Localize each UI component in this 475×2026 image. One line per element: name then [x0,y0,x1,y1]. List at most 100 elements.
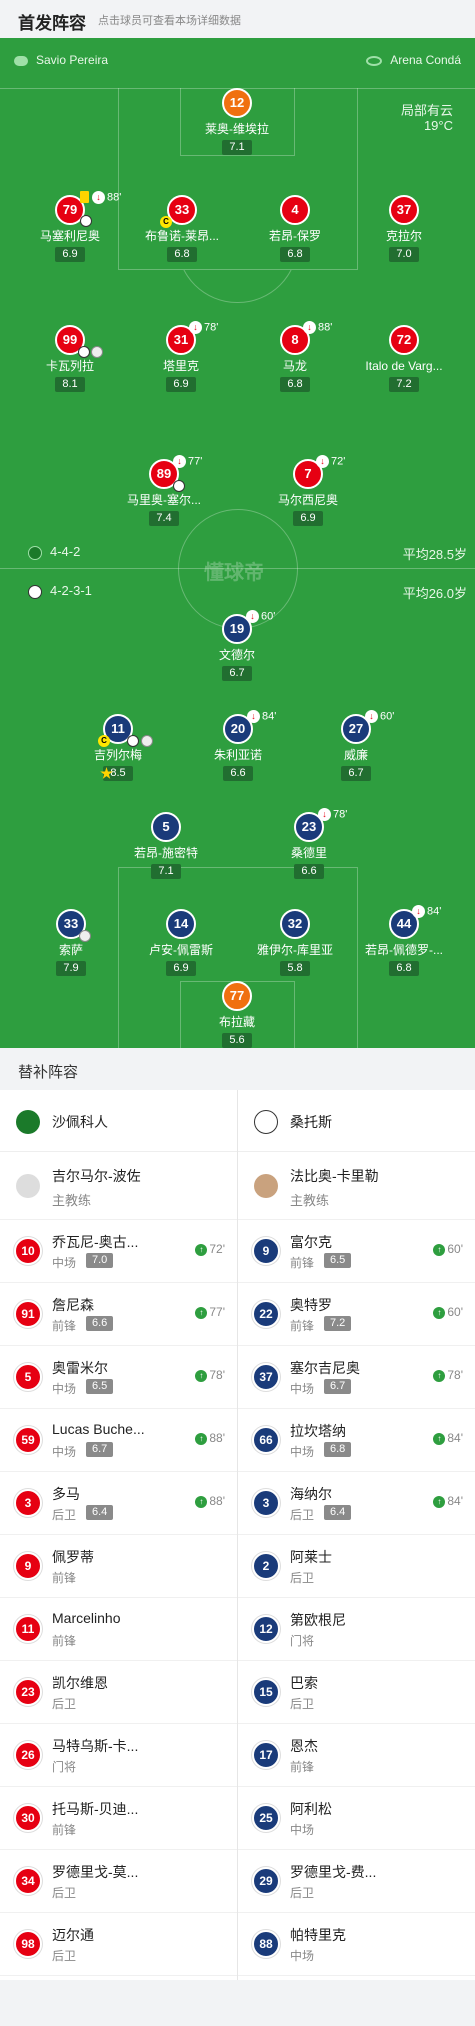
away-player-44[interactable]: 44 若昂-佩德罗-... 6.8 [334,909,474,976]
sub-row[interactable]: 3 多马 后卫 6.4 ↑ 88' [0,1472,237,1535]
player-rating: 6.5 [86,1379,114,1394]
pitch: Savio Pereira Arena Condá 局部有云 19°C 懂球帝 … [0,38,475,1048]
sub-in-time: ↑ 60' [433,1242,463,1256]
shirt-number: 9 [252,1237,280,1265]
sub-row[interactable]: 9 佩罗蒂前锋 [0,1535,237,1598]
home-subs-column: 沙佩科人 吉尔马尔-波佐 主教练 10 乔瓦尼-奥古... 中场 7.0 ↑ 72' 91 詹尼… [0,1090,237,1980]
sub-row[interactable]: 91 詹尼森 前锋 6.6 ↑ 77' [0,1283,237,1346]
sub-row[interactable]: 88 帕特里克 中场 [238,1913,475,1976]
player-position: 门将 [290,1634,315,1648]
player-position: 前锋 [52,1319,77,1333]
home-player-7[interactable]: 7 马尔西尼奥 6.9 [238,459,378,526]
lineup-hint: 点击球员可查看本场详细数据 [98,15,241,27]
lineup-header: 首发阵容 点击球员可查看本场详细数据 [0,0,475,38]
subs-header: 替补阵容 [0,1048,475,1090]
home-coach[interactable]: 吉尔马尔-波佐 主教练 [0,1152,237,1220]
home-player-72[interactable]: 72 Italo de Varg... 7.2 [334,325,474,392]
sub-in-icon: ↑ [195,1432,208,1445]
sub-row[interactable]: 98 迈尔通 后卫 [0,1913,237,1976]
player-name: 帕特里克 [290,1927,346,1943]
shirt-number: 34 [14,1867,42,1895]
player-rating: 6.4 [86,1505,114,1520]
shirt-number: 10 [14,1237,42,1265]
player-position: 中场 [52,1382,77,1396]
sub-row[interactable]: 29 罗德里戈-费... 后卫 [238,1850,475,1913]
player-name: 多马 [52,1486,80,1502]
sub-row[interactable]: 15 巴索 后卫 [238,1661,475,1724]
sub-in-icon: ↑ [195,1243,208,1256]
away-formation: 4-2-3-1 [28,583,92,599]
player-position: 门将 [52,1760,77,1774]
stadium-icon [366,55,383,66]
sub-in-time: ↑ 88' [195,1494,225,1508]
lineup-title: 首发阵容 [18,14,86,33]
away-player-23[interactable]: 23 桑德里 6.6 [239,812,379,879]
player-name: 富尔克 [290,1234,332,1250]
coach-avatar-icon [254,1174,278,1198]
captain-icon: C [160,216,172,228]
player-position: 后卫 [290,1697,315,1711]
away-subs-column: 桑托斯 法比奥-卡里勒 主教练 9 富尔克 前锋 6.5 ↑ 60' 22 奥特罗 前锋 7.2 ↑ 6… [238,1090,475,1980]
coach-role: 主教练 [290,1193,330,1208]
shirt-number: 9 [14,1552,42,1580]
home-player-89[interactable]: 89 马里奥-塞尔... 7.4 [94,459,234,526]
coach-avatar-icon [16,1174,40,1198]
sub-row[interactable]: 3 海纳尔 后卫 6.4 ↑ 84' [238,1472,475,1535]
away-player-27[interactable]: 27 威廉 6.7 [286,714,426,781]
referee-info: Savio Pereira [14,53,108,67]
player-position: 后卫 [290,1571,315,1585]
sub-row[interactable]: 37 塞尔吉尼奥 中场 6.7 ↑ 78' [238,1346,475,1409]
goal-ball-icon [78,346,90,358]
player-name: 托马斯-贝迪... [52,1801,139,1817]
away-coach[interactable]: 法比奥-卡里勒 主教练 [238,1152,475,1220]
temperature-text: 19°C [423,118,453,133]
sub-in-time: ↑ 78' [195,1368,225,1382]
sub-row[interactable]: 22 奥特罗 前锋 7.2 ↑ 60' [238,1283,475,1346]
player-position: 后卫 [52,1508,77,1522]
player-rating: 6.4 [324,1505,352,1520]
sub-off-8: ↓ 88' [303,321,332,334]
sub-in-time: ↑ 72' [195,1242,225,1256]
player-position: 中场 [52,1445,77,1459]
sub-row[interactable]: 23 凯尔维恩 后卫 [0,1661,237,1724]
player-rating: 6.6 [86,1316,114,1331]
sub-row[interactable]: 12 第欧根尼 门将 [238,1598,475,1661]
away-player-5[interactable]: 5 若昂-施密特 7.1 [96,812,236,879]
sub-row[interactable]: 9 富尔克 前锋 6.5 ↑ 60' [238,1220,475,1283]
sub-off-23: ↓ 78' [318,808,347,821]
assist-shoe-icon [141,735,153,747]
sub-in-time: ↑ 60' [433,1305,463,1319]
away-player-11[interactable]: 11 吉列尔梅 8.5 [48,714,188,781]
sub-row[interactable]: 26 马特乌斯-卡... 门将 [0,1724,237,1787]
sub-row[interactable]: 34 罗德里戈-莫... 后卫 [0,1850,237,1913]
home-player-12[interactable]: 12 莱奥-维埃拉 7.1 [167,88,307,155]
sub-row[interactable]: 17 恩杰 前锋 [238,1724,475,1787]
sub-row[interactable]: 30 托马斯-贝迪... 前锋 [0,1787,237,1850]
sub-in-time: ↑ 77' [195,1305,225,1319]
sub-row[interactable]: 11 Marcelinho 前锋 [0,1598,237,1661]
weather-text: 局部有云 [400,103,453,118]
shirt-number: 88 [252,1930,280,1958]
player-name: 奥特罗 [290,1297,332,1313]
away-avg-age: 平均26.0岁 [402,586,467,601]
stadium-info: Arena Condá [366,53,461,67]
player-rating: 6.7 [324,1379,352,1394]
player-position: 中场 [52,1256,77,1270]
shirt-number: 5 [14,1363,42,1391]
away-player-19[interactable]: 19 文德尔 6.7 [167,614,307,681]
sub-row[interactable]: 10 乔瓦尼-奥古... 中场 7.0 ↑ 72' [0,1220,237,1283]
player-position: 前锋 [52,1571,77,1585]
coach-role: 主教练 [52,1193,92,1208]
sub-row[interactable]: 66 拉坎塔纳 中场 6.8 ↑ 84' [238,1409,475,1472]
shirt-number: 11 [14,1615,42,1643]
away-player-77[interactable]: 77 布拉藏 5.6 [167,981,307,1048]
home-team-logo-icon [16,1110,40,1134]
sub-row[interactable]: 25 阿利松 中场 [238,1787,475,1850]
home-player-37[interactable]: 37 克拉尔 7.0 [334,195,474,262]
home-logo-icon [28,545,42,560]
sub-row[interactable]: 59 Lucas Buche... 中场 6.7 ↑ 88' [0,1409,237,1472]
player-name: 佩罗蒂 [52,1549,94,1565]
sub-row[interactable]: 5 奥雷米尔 中场 6.5 ↑ 78' [0,1346,237,1409]
whistle-icon [14,55,28,66]
sub-row[interactable]: 2 阿莱士 后卫 [238,1535,475,1598]
